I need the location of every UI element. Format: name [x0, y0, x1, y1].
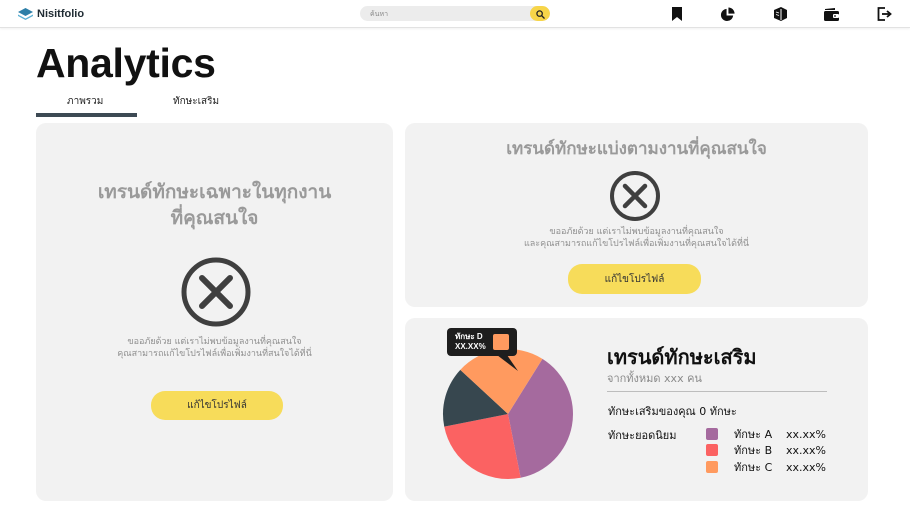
no-data-message-line2: คุณสามารถแก้ไขโปรไฟล์เพื่อเพิ่มงานที่สนใ… — [117, 349, 312, 359]
no-data-message: ขออภัยด้วย แต่เราไม่พบข้อมูลงานที่คุณสนใ… — [36, 336, 393, 360]
active-tab-indicator — [36, 113, 137, 117]
popular-skills-label: ทักษะยอดนิยม — [608, 429, 677, 442]
skills-trend-subtitle: จากทั้งหมด xxx คน — [607, 372, 702, 385]
logo-icon — [18, 5, 33, 24]
card-title-line1: เทรนด์ทักษะเฉพาะในทุกงาน — [97, 181, 332, 203]
job-skill-trend-card: เทรนด์ทักษะเฉพาะในทุกงาน ที่คุณสนใจ ขออภ… — [36, 123, 393, 501]
edit-profile-button[interactable]: แก้ไขโปรไฟล์ — [568, 264, 701, 294]
tab-soft-skills[interactable]: ทักษะเสริม — [173, 94, 219, 109]
legend-swatch — [706, 428, 718, 440]
no-data-icon — [609, 170, 661, 226]
books-icon[interactable] — [772, 6, 788, 22]
bookmark-icon[interactable] — [669, 6, 685, 22]
search-input[interactable] — [360, 6, 530, 21]
wallet-icon[interactable] — [823, 6, 839, 22]
legend-name: ทักษะ B — [734, 444, 773, 457]
card-title-line2: ที่คุณสนใจ — [170, 207, 259, 229]
skill-by-job-card: เทรนด์ทักษะแบ่งตามงานที่คุณสนใจ ขออภัยด้… — [405, 123, 868, 307]
search-button[interactable] — [530, 6, 550, 21]
legend-swatch — [706, 461, 718, 473]
tab-overview[interactable]: ภาพรวม — [67, 94, 103, 109]
no-data-message-line2: และคุณสามารถแก้ไขโปรไฟล์เพื่อเพิ่มงานที่… — [523, 239, 750, 249]
no-data-message: ขออภัยด้วย แต่เราไม่พบข้อมูลงานที่คุณสนใ… — [405, 226, 868, 250]
legend-value: xx.xx% — [786, 427, 826, 441]
divider — [607, 391, 827, 392]
pie-chart-icon[interactable] — [719, 6, 735, 22]
legend-item: ทักษะ C xx.xx% — [706, 460, 826, 474]
skill-pie-chart: ทักษะ D XX.XX% — [443, 328, 573, 479]
no-data-icon — [180, 256, 252, 332]
card-title: เทรนด์ทักษะเฉพาะในทุกงาน ที่คุณสนใจ — [36, 179, 393, 231]
legend-swatch — [706, 444, 718, 456]
legend-name: ทักษะ C — [734, 461, 773, 474]
legend-item: ทักษะ A xx.xx% — [706, 427, 826, 441]
card-title: เทรนด์ทักษะแบ่งตามงานที่คุณสนใจ — [506, 139, 767, 159]
tooltip-value: XX.XX% — [455, 342, 486, 351]
search-icon — [535, 6, 545, 21]
brand[interactable]: Nisitfolio — [18, 6, 84, 22]
search-bar — [360, 6, 550, 21]
brand-name: Nisitfolio — [37, 8, 85, 20]
legend-value: xx.xx% — [786, 460, 826, 474]
logout-icon[interactable] — [876, 6, 892, 22]
no-data-message-line1: ขออภัยด้วย แต่เราไม่พบข้อมูลงานที่คุณสนใ… — [127, 337, 302, 347]
tooltip-name: ทักษะ D — [455, 332, 483, 341]
edit-profile-button[interactable]: แก้ไขโปรไฟล์ — [151, 391, 283, 420]
top-bar: Nisitfolio — [0, 0, 910, 28]
legend-item: ทักษะ B xx.xx% — [706, 443, 826, 457]
your-skill-count: ทักษะเสริมของคุณ 0 ทักษะ — [608, 405, 737, 418]
no-data-message-line1: ขออภัยด้วย แต่เราไม่พบข้อมูลงานที่คุณสนใ… — [549, 227, 724, 237]
legend-value: xx.xx% — [786, 443, 826, 457]
tooltip-swatch — [493, 334, 509, 350]
page-title: Analytics — [36, 40, 216, 86]
